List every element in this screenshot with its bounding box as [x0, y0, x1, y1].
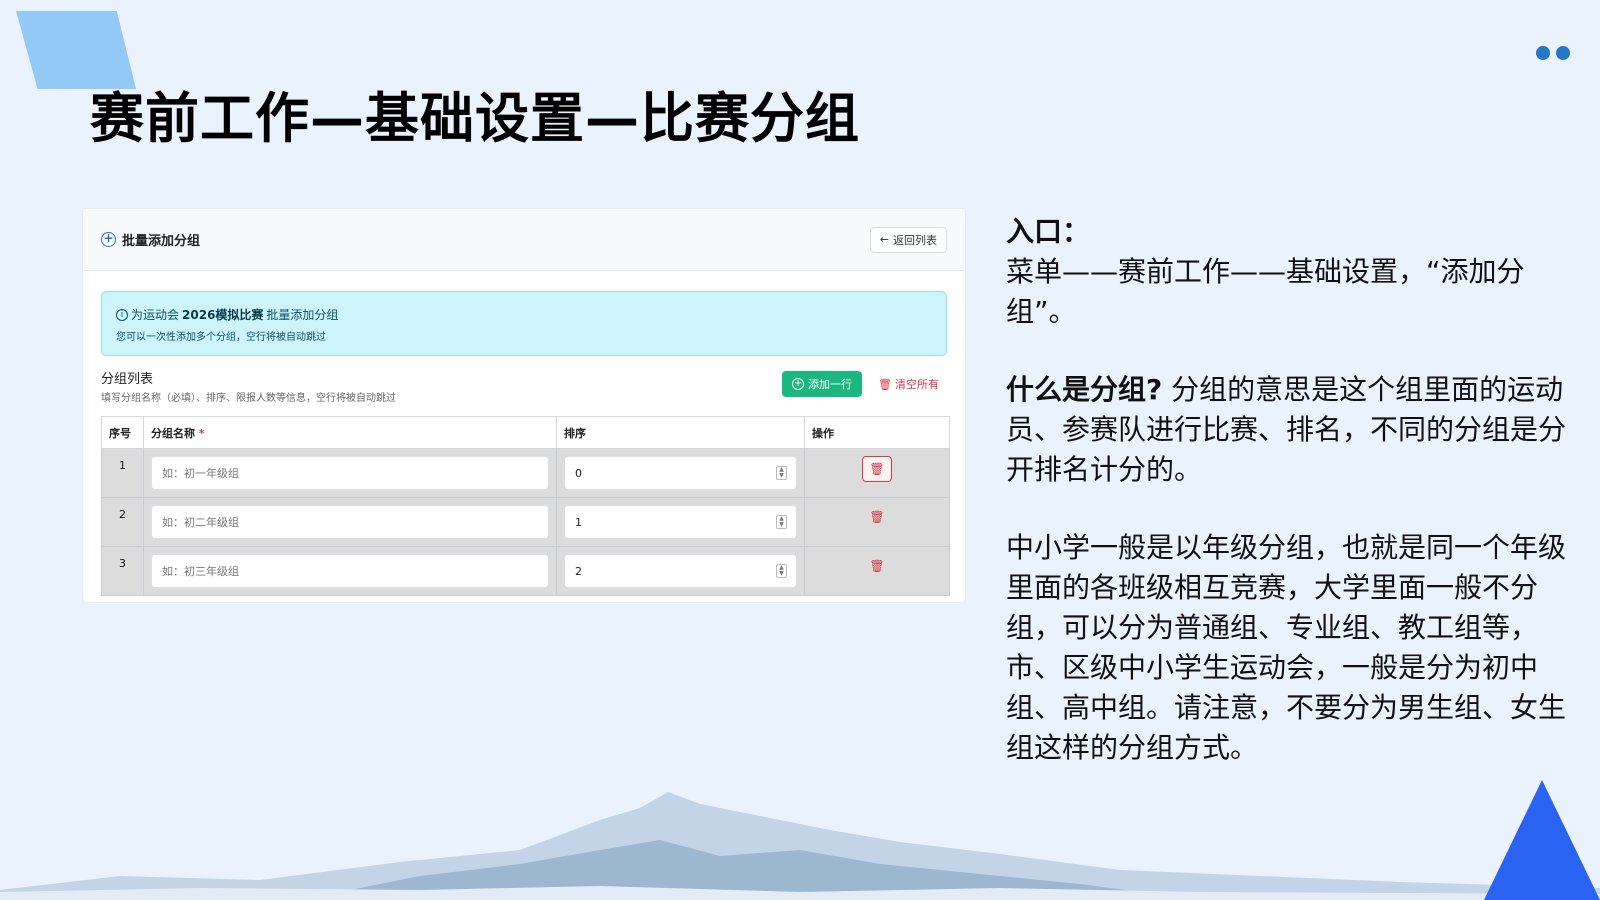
group-list-header: 分组列表 填写分组名称（必填）、排序、限报人数等信息，空行将被自动跳过 + 添加… — [101, 368, 947, 404]
decorative-dots — [1536, 46, 1570, 60]
table-header-row: 序号 分组名称 * 排序 操作 — [101, 416, 950, 449]
info-alert-line: i 为运动会 2026模拟比赛 批量添加分组 — [116, 306, 932, 323]
explanation-column: 入口： 菜单——赛前工作——基础设置，“添加分组”。 什么是分组? 分组的意思是… — [1006, 212, 1566, 768]
clear-all-label: 清空所有 — [895, 378, 939, 391]
entry-heading: 入口： — [1006, 215, 1091, 248]
stepper-icon[interactable]: ▲ ▼ — [776, 564, 787, 578]
row-seq: 2 — [101, 497, 144, 547]
info-hint: 您可以一次性添加多个分组，空行将被自动跳过 — [116, 332, 326, 343]
back-to-list-label: 返回列表 — [893, 233, 937, 247]
sort-input[interactable] — [564, 505, 797, 539]
panel-title: + 批量添加分组 — [101, 230, 200, 249]
trash-icon: 🗑 — [869, 559, 885, 573]
mountain-illustration — [0, 792, 1600, 900]
what-heading: 什么是分组? — [1006, 373, 1163, 406]
circle-plus-icon: + — [101, 232, 116, 247]
details-paragraph: 中小学一般是以年级分组，也就是同一个年级里面的各班级相互竞赛，大学里面一般不分组… — [1006, 531, 1567, 764]
table-row: 1 ▲▼ 🗑 — [101, 448, 950, 498]
row-seq: 1 — [101, 448, 144, 498]
info-prefix: 为运动会 — [131, 308, 180, 322]
required-mark: * — [198, 426, 205, 440]
col-header-action: 操作 — [804, 416, 950, 449]
group-list-title: 分组列表 — [101, 372, 154, 387]
stepper-icon[interactable]: ▲ ▼ — [776, 515, 787, 529]
add-row-button[interactable]: + 添加一行 — [782, 371, 863, 397]
add-row-label: 添加一行 — [808, 378, 853, 391]
trash-icon: 🗑 — [869, 510, 885, 524]
group-name-input[interactable] — [151, 554, 549, 588]
table-row: 2 ▲▼ 🗑 — [101, 497, 950, 547]
back-to-list-button[interactable]: ← 返回列表 — [869, 226, 947, 253]
col-header-name: 分组名称 * — [143, 416, 557, 449]
panel-header: + 批量添加分组 ← 返回列表 — [83, 209, 965, 271]
delete-row-button[interactable]: 🗑 — [862, 505, 892, 531]
arrow-left-icon: ← — [879, 233, 889, 246]
meet-name: 2026模拟比赛 — [182, 308, 264, 322]
col-header-sort: 排序 — [556, 416, 805, 449]
info-alert: i 为运动会 2026模拟比赛 批量添加分组 您可以一次性添加多个分组，空行将被… — [101, 291, 947, 356]
group-list-subtitle: 填写分组名称（必填）、排序、限报人数等信息，空行将被自动跳过 — [101, 393, 396, 404]
info-suffix: 批量添加分组 — [266, 308, 339, 322]
what-is-group-paragraph: 什么是分组? 分组的意思是这个组里面的运动员、参赛队进行比赛、排名，不同的分组是… — [1006, 370, 1566, 490]
trash-icon: 🗑 — [878, 377, 892, 391]
stepper-icon[interactable]: ▲ ▼ — [776, 466, 787, 480]
group-name-input[interactable] — [151, 505, 549, 539]
clear-all-button[interactable]: 🗑 清空所有 — [870, 376, 947, 392]
group-table: 序号 分组名称 * 排序 操作 1 ▲▼ 🗑 2 ▲▼ 🗑 3 — [101, 416, 950, 596]
circle-plus-icon: + — [792, 378, 805, 390]
sort-input[interactable] — [564, 554, 797, 588]
row-seq: 3 — [101, 546, 144, 596]
table-row: 3 ▲▼ 🗑 — [101, 546, 950, 596]
entry-path: 菜单——赛前工作——基础设置，“添加分组”。 — [1006, 255, 1525, 328]
info-icon: i — [116, 308, 128, 321]
delete-row-button[interactable]: 🗑 — [862, 554, 892, 580]
slide-title: 赛前工作—基础设置—比赛分组 — [90, 87, 860, 150]
group-name-input[interactable] — [151, 456, 549, 490]
delete-row-button[interactable]: 🗑 — [862, 456, 892, 482]
trash-icon: 🗑 — [869, 462, 885, 476]
panel-title-text: 批量添加分组 — [122, 234, 201, 249]
sort-input[interactable] — [564, 456, 797, 490]
batch-add-group-panel: + 批量添加分组 ← 返回列表 i 为运动会 2026模拟比赛 批量添加分组 您… — [82, 208, 966, 603]
col-header-seq: 序号 — [101, 416, 144, 449]
